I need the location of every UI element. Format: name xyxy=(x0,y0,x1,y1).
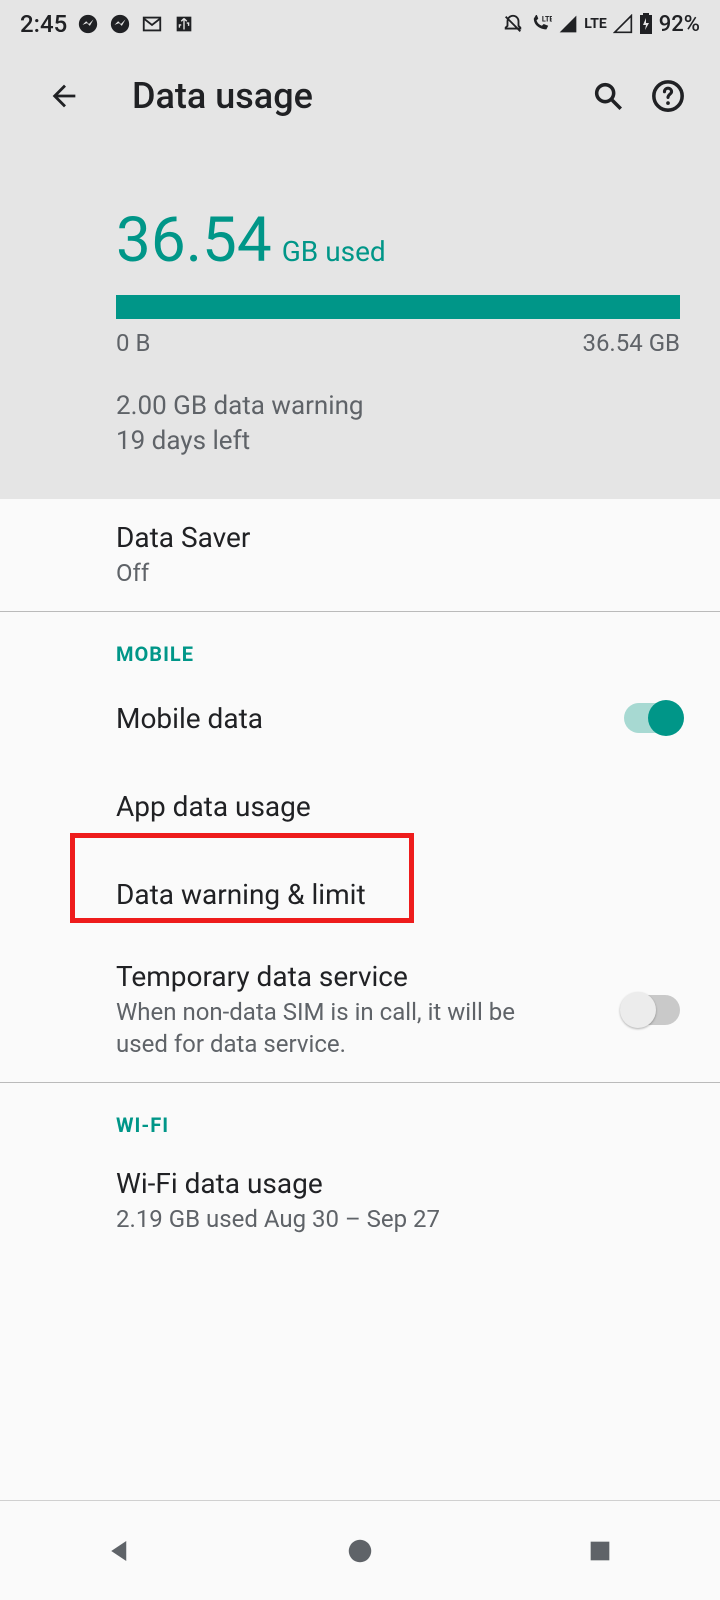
search-button[interactable] xyxy=(584,72,632,120)
row-mobile-data[interactable]: Mobile data xyxy=(0,674,720,762)
usage-amount: 36.54 xyxy=(116,204,272,277)
row-app-data-usage[interactable]: App data usage xyxy=(0,762,720,850)
temp-data-sub: When non-data SIM is in call, it will be… xyxy=(116,997,556,1059)
row-temp-data-service[interactable]: Temporary data service When non-data SIM… xyxy=(0,938,720,1081)
nav-home-button[interactable] xyxy=(340,1531,380,1571)
temp-data-toggle[interactable] xyxy=(624,995,680,1025)
volte-call-icon: LTE xyxy=(530,15,552,33)
usage-range-end: 36.54 GB xyxy=(582,329,680,357)
wifi-usage-sub: 2.19 GB used Aug 30 – Sep 27 xyxy=(116,1204,680,1235)
mobile-data-title: Mobile data xyxy=(116,702,624,735)
status-time: 2:45 xyxy=(20,10,67,38)
messenger-icon xyxy=(109,13,131,35)
row-wifi-data-usage[interactable]: Wi-Fi data usage 2.19 GB used Aug 30 – S… xyxy=(0,1145,720,1257)
app-bar: Data usage xyxy=(0,48,720,144)
dnd-off-icon xyxy=(502,13,524,35)
mobile-data-toggle[interactable] xyxy=(624,703,680,733)
usage-unit: GB used xyxy=(282,235,386,268)
lte-label: LTE xyxy=(584,16,607,32)
battery-percentage: 92% xyxy=(659,12,700,37)
divider xyxy=(0,611,720,612)
usb-icon xyxy=(173,13,195,35)
divider xyxy=(0,1082,720,1083)
data-saver-status: Off xyxy=(116,558,680,589)
usage-warning-line: 2.00 GB data warning xyxy=(116,389,680,424)
nav-recent-button[interactable] xyxy=(580,1531,620,1571)
usage-bar xyxy=(116,295,680,319)
data-warning-limit-title: Data warning & limit xyxy=(116,878,680,911)
nav-back-button[interactable] xyxy=(100,1531,140,1571)
messenger-icon xyxy=(77,13,99,35)
signal-full-icon xyxy=(558,14,578,34)
app-data-usage-title: App data usage xyxy=(116,790,680,823)
temp-data-title: Temporary data service xyxy=(116,960,624,993)
battery-charging-icon xyxy=(639,13,653,35)
gmail-icon xyxy=(141,13,163,35)
status-bar: 2:45 LTE LTE 92% xyxy=(0,0,720,48)
section-wifi: WI-FI xyxy=(0,1083,720,1145)
page-title: Data usage xyxy=(132,75,572,117)
system-nav-bar xyxy=(0,1500,720,1600)
section-mobile: MOBILE xyxy=(0,612,720,674)
usage-range-start: 0 B xyxy=(116,329,150,357)
usage-summary: 36.54 GB used 0 B 36.54 GB 2.00 GB data … xyxy=(0,144,720,459)
wifi-usage-title: Wi-Fi data usage xyxy=(116,1167,680,1200)
signal-empty-icon xyxy=(613,14,633,34)
svg-text:LTE: LTE xyxy=(542,15,552,23)
row-data-warning-limit[interactable]: Data warning & limit xyxy=(0,850,720,938)
settings-list: Data Saver Off MOBILE Mobile data App da… xyxy=(0,499,720,1257)
help-button[interactable] xyxy=(644,72,692,120)
header-region: Data usage 36.54 GB used 0 B 36.54 GB 2.… xyxy=(0,48,720,499)
row-data-saver[interactable]: Data Saver Off xyxy=(0,499,720,611)
data-saver-title: Data Saver xyxy=(116,521,680,554)
usage-days-left: 19 days left xyxy=(116,424,680,459)
back-button[interactable] xyxy=(40,72,88,120)
